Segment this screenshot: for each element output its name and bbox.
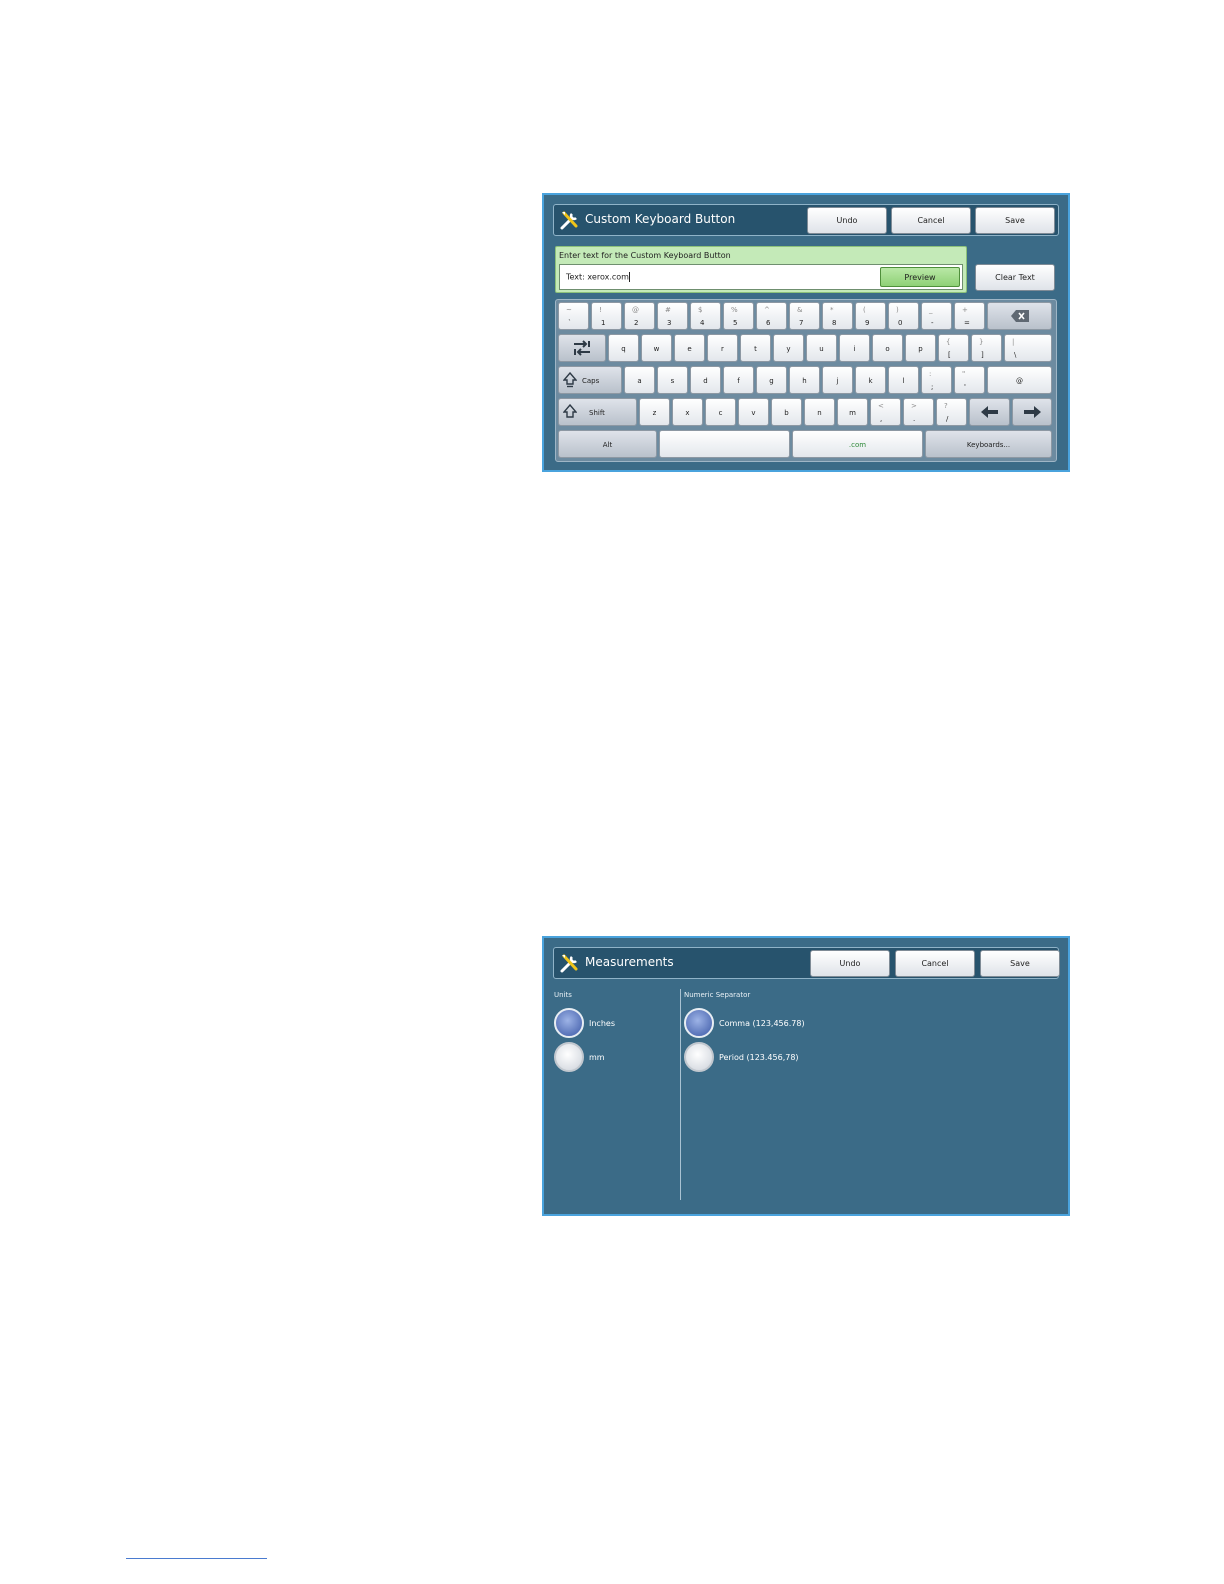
footer-rule bbox=[126, 1558, 267, 1559]
tab-key[interactable] bbox=[558, 334, 606, 362]
inches-label: Inches bbox=[589, 1019, 615, 1028]
comma-radio[interactable] bbox=[684, 1008, 714, 1038]
key-q[interactable]: q bbox=[608, 334, 639, 362]
key-3[interactable]: #3 bbox=[657, 302, 688, 330]
key-m[interactable]: m bbox=[837, 398, 868, 426]
tools-icon bbox=[560, 211, 578, 230]
page-title: Custom Keyboard Button bbox=[585, 212, 736, 226]
key-i[interactable]: i bbox=[839, 334, 870, 362]
clear-text-button[interactable]: Clear Text bbox=[975, 264, 1055, 291]
key-t[interactable]: t bbox=[740, 334, 771, 362]
key-x[interactable]: x bbox=[672, 398, 703, 426]
period-label: Period (123.456,78) bbox=[719, 1053, 799, 1062]
numeric-separator-label: Numeric Separator bbox=[684, 991, 751, 999]
key-equals[interactable]: + = bbox=[954, 302, 985, 330]
save-button[interactable]: Save bbox=[980, 950, 1060, 977]
title-bar: Measurements Undo Cancel Save bbox=[553, 947, 1060, 979]
key-y[interactable]: y bbox=[773, 334, 804, 362]
key-at[interactable]: @ bbox=[987, 366, 1052, 394]
mm-label: mm bbox=[589, 1053, 605, 1062]
key-a[interactable]: a bbox=[624, 366, 655, 394]
key-period[interactable]: >. bbox=[903, 398, 934, 426]
key-v[interactable]: v bbox=[738, 398, 769, 426]
backspace-icon bbox=[1010, 310, 1029, 322]
key-k[interactable]: k bbox=[855, 366, 886, 394]
key-9[interactable]: (9 bbox=[855, 302, 886, 330]
cursor-right-key[interactable] bbox=[1012, 398, 1052, 426]
key-8[interactable]: * 8 bbox=[822, 302, 853, 330]
inches-radio[interactable] bbox=[554, 1008, 584, 1038]
comma-label: Comma (123,456.78) bbox=[719, 1019, 805, 1028]
arrow-right-icon bbox=[1024, 406, 1041, 418]
mm-radio[interactable] bbox=[554, 1042, 584, 1072]
tab-switch-icon bbox=[574, 340, 590, 356]
key-g[interactable]: g bbox=[756, 366, 787, 394]
save-button[interactable]: Save bbox=[975, 207, 1055, 234]
key-p[interactable]: p bbox=[905, 334, 936, 362]
key-0[interactable]: ) 0 bbox=[888, 302, 919, 330]
key-b[interactable]: b bbox=[771, 398, 802, 426]
caps-arrow-icon bbox=[563, 372, 577, 388]
text-entry-panel: Enter text for the Custom Keyboard Butto… bbox=[555, 246, 967, 293]
undo-button[interactable]: Undo bbox=[810, 950, 890, 977]
cursor-left-key[interactable] bbox=[969, 398, 1010, 426]
space-key[interactable] bbox=[659, 430, 790, 458]
key-j[interactable]: j bbox=[822, 366, 853, 394]
cancel-button[interactable]: Cancel bbox=[891, 207, 971, 234]
text-caret bbox=[628, 272, 630, 282]
key-2[interactable]: @2 bbox=[624, 302, 655, 330]
key-r[interactable]: r bbox=[707, 334, 738, 362]
caps-key[interactable]: Caps bbox=[558, 366, 622, 394]
key-4[interactable]: $4 bbox=[690, 302, 721, 330]
key-comma[interactable]: <, bbox=[870, 398, 901, 426]
key-minus[interactable]: _ - bbox=[921, 302, 952, 330]
key-quote[interactable]: " ' bbox=[954, 366, 985, 394]
on-screen-keyboard: ~ ` ! 1 @2 #3 $4 % 5 ^ 6 & 7 * 8 (9 ) 0 _ - + = q… bbox=[555, 299, 1057, 462]
custom-keyboard-screen: Custom Keyboard Button Undo Cancel Save … bbox=[542, 193, 1070, 472]
preview-button[interactable]: Preview bbox=[880, 267, 960, 287]
keyboards-key[interactable]: Keyboards... bbox=[925, 430, 1052, 458]
cancel-button[interactable]: Cancel bbox=[895, 950, 975, 977]
shift-key[interactable]: Shift bbox=[558, 398, 637, 426]
key-w[interactable]: w bbox=[641, 334, 672, 362]
key-n[interactable]: n bbox=[804, 398, 835, 426]
key-1[interactable]: ! 1 bbox=[591, 302, 622, 330]
key-u[interactable]: u bbox=[806, 334, 837, 362]
dotcom-key[interactable]: .com bbox=[792, 430, 923, 458]
key-l[interactable]: l bbox=[888, 366, 919, 394]
key-6[interactable]: ^ 6 bbox=[756, 302, 787, 330]
key-d[interactable]: d bbox=[690, 366, 721, 394]
key-s[interactable]: s bbox=[657, 366, 688, 394]
units-label: Units bbox=[554, 991, 572, 999]
key-c[interactable]: c bbox=[705, 398, 736, 426]
title-bar: Custom Keyboard Button Undo Cancel Save bbox=[553, 204, 1059, 236]
text-input[interactable]: Text: xerox.com Preview bbox=[559, 264, 963, 290]
key-5[interactable]: % 5 bbox=[723, 302, 754, 330]
column-divider bbox=[680, 989, 681, 1200]
key-backslash[interactable]: | \ bbox=[1004, 334, 1052, 362]
key-h[interactable]: h bbox=[789, 366, 820, 394]
alt-key[interactable]: Alt bbox=[558, 430, 657, 458]
tools-icon bbox=[560, 954, 578, 973]
key-semicolon[interactable]: :; bbox=[921, 366, 952, 394]
entry-label: Enter text for the Custom Keyboard Butto… bbox=[559, 251, 731, 260]
undo-button[interactable]: Undo bbox=[807, 207, 887, 234]
key-7[interactable]: & 7 bbox=[789, 302, 820, 330]
measurements-screen: Measurements Undo Cancel Save Units Inch… bbox=[542, 936, 1070, 1216]
key-o[interactable]: o bbox=[872, 334, 903, 362]
arrow-left-icon bbox=[980, 406, 998, 418]
key-right-bracket[interactable]: }] bbox=[971, 334, 1002, 362]
key-f[interactable]: f bbox=[723, 366, 754, 394]
shift-arrow-icon bbox=[563, 404, 577, 418]
key-e[interactable]: e bbox=[674, 334, 705, 362]
key-z[interactable]: z bbox=[639, 398, 670, 426]
backspace-key[interactable] bbox=[987, 302, 1052, 330]
text-input-value: Text: xerox.com bbox=[566, 272, 629, 282]
page-title: Measurements bbox=[585, 955, 674, 969]
key-left-bracket[interactable]: {[ bbox=[938, 334, 969, 362]
period-radio[interactable] bbox=[684, 1042, 714, 1072]
key-backtick[interactable]: ~ ` bbox=[558, 302, 589, 330]
key-slash[interactable]: ? / bbox=[936, 398, 967, 426]
